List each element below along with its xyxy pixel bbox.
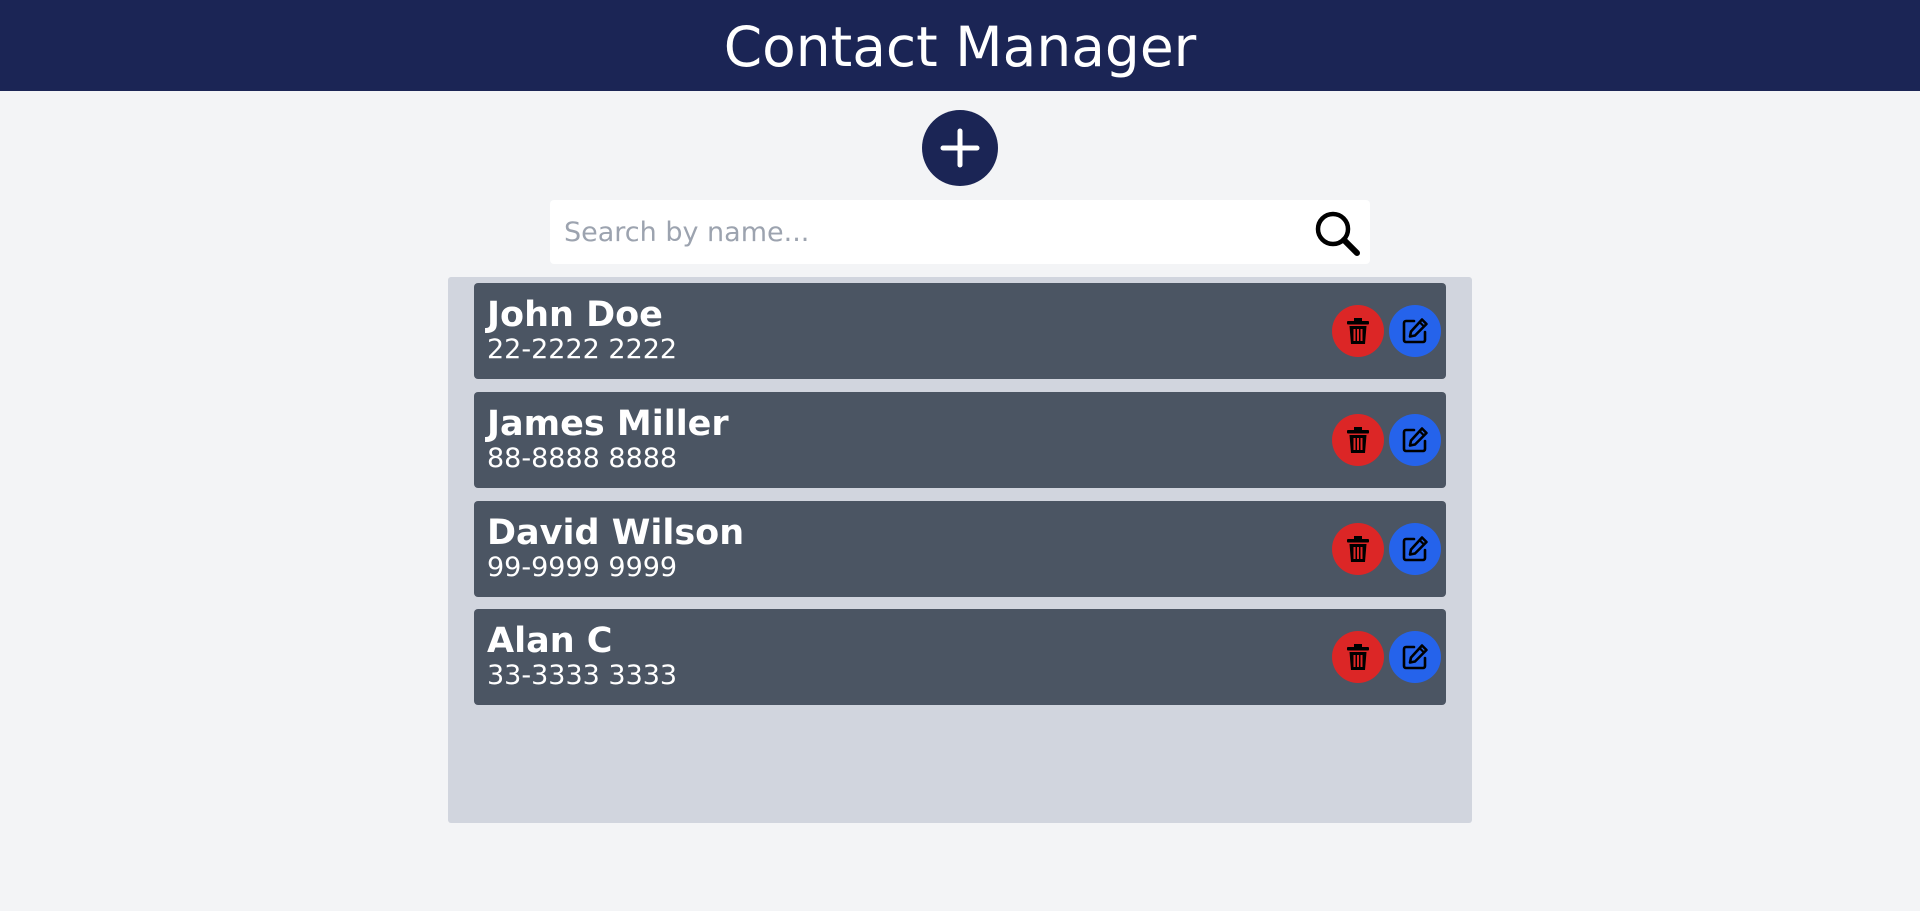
- edit-contact-button[interactable]: [1389, 414, 1441, 466]
- contact-phone: 33-3333 3333: [487, 660, 678, 691]
- contact-name: David Wilson: [487, 513, 745, 553]
- contact-card: John Doe 22-2222 2222: [474, 283, 1446, 379]
- contact-name: John Doe: [487, 295, 663, 335]
- add-contact-area: [0, 110, 1920, 186]
- search-icon: [1315, 211, 1360, 256]
- trash-icon: [1347, 536, 1369, 562]
- contact-card: Alan C 33-3333 3333: [474, 609, 1446, 705]
- page-title: Contact Manager: [723, 15, 1197, 79]
- trash-icon: [1347, 644, 1369, 670]
- add-contact-button[interactable]: [922, 110, 998, 186]
- app-header: Contact Manager: [0, 0, 1920, 91]
- delete-contact-button[interactable]: [1332, 305, 1384, 357]
- edit-contact-button[interactable]: [1389, 305, 1441, 357]
- edit-contact-button[interactable]: [1389, 631, 1441, 683]
- delete-contact-button[interactable]: [1332, 631, 1384, 683]
- contact-list: John Doe 22-2222 2222 James Miller 88-88…: [448, 277, 1472, 823]
- delete-contact-button[interactable]: [1332, 414, 1384, 466]
- search-button[interactable]: [1312, 208, 1362, 258]
- search-input[interactable]: [550, 202, 1304, 262]
- trash-icon: [1347, 318, 1369, 344]
- search-bar: [550, 200, 1370, 264]
- contact-card: James Miller 88-8888 8888: [474, 392, 1446, 488]
- edit-icon: [1402, 536, 1428, 562]
- plus-icon: [940, 128, 980, 168]
- contact-phone: 99-9999 9999: [487, 552, 678, 583]
- edit-icon: [1402, 644, 1428, 670]
- contact-name: James Miller: [487, 404, 729, 444]
- trash-icon: [1347, 427, 1369, 453]
- contact-card: David Wilson 99-9999 9999: [474, 501, 1446, 597]
- contact-name: Alan C: [487, 621, 613, 661]
- delete-contact-button[interactable]: [1332, 523, 1384, 575]
- edit-icon: [1402, 318, 1428, 344]
- edit-icon: [1402, 427, 1428, 453]
- edit-contact-button[interactable]: [1389, 523, 1441, 575]
- contact-phone: 88-8888 8888: [487, 443, 678, 474]
- contact-phone: 22-2222 2222: [487, 334, 678, 365]
